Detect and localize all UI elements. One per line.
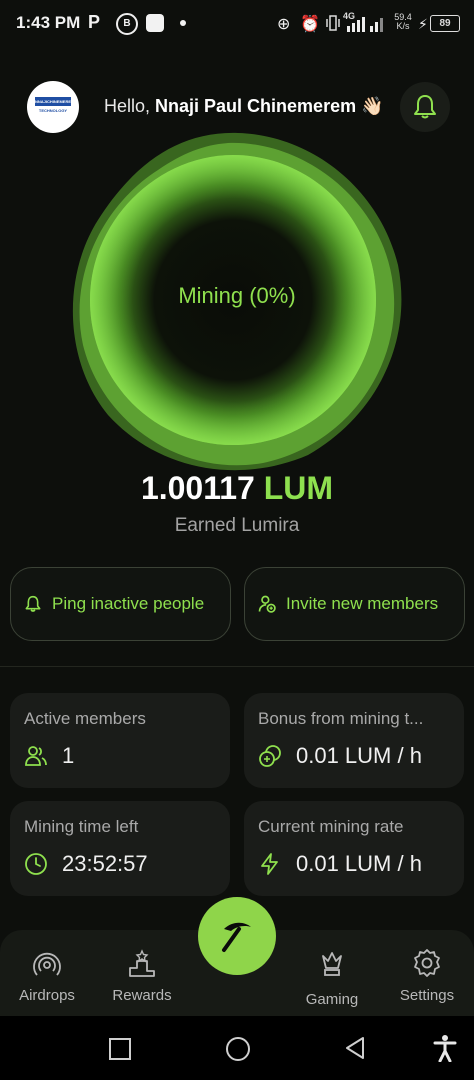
active-members-value: 1 — [62, 743, 75, 768]
bonus-card: Bonus from mining t... 0.01 LUM / h — [244, 693, 464, 788]
app-square-icon — [146, 14, 164, 32]
earned-amount-value: 1.00117 — [140, 470, 255, 506]
avatar-logo: NNAJICHINEMEREM TECHNOLOGY — [35, 97, 71, 115]
accessibility-icon[interactable] — [433, 1034, 457, 1062]
earned-amount: 1.00117 LUM — [0, 470, 474, 507]
nav-settings[interactable]: Settings — [380, 948, 474, 1004]
battery-indicator: 89 — [430, 15, 460, 32]
mining-time-card: Mining time left 23:52:57 — [10, 801, 230, 896]
nav-airdrops[interactable]: Airdrops — [0, 948, 94, 1004]
bonus-title: Bonus from mining t... — [258, 709, 424, 728]
clock-icon — [25, 853, 47, 875]
status-time: 1:43 PM — [16, 13, 81, 32]
bell-icon — [414, 95, 436, 119]
data-saver-icon: ⊕ — [277, 16, 291, 33]
gear-icon — [414, 949, 440, 977]
mine-button[interactable] — [198, 897, 276, 975]
nav-rewards[interactable]: Rewards — [95, 948, 189, 1004]
user-name: Nnaji Paul Chinemerem — [155, 96, 357, 116]
divider — [0, 666, 474, 667]
invite-members-label: Invite new members — [286, 594, 439, 613]
system-nav-bar — [0, 1016, 474, 1080]
vibrate-icon — [326, 15, 340, 31]
avatar-logo-text: NNAJICHINEMEREM — [35, 99, 71, 104]
avatar-logo-subtext: TECHNOLOGY — [35, 106, 71, 115]
earned-label: Earned Lumira — [174, 515, 300, 536]
active-members-title: Active members — [24, 709, 146, 728]
bell-icon — [25, 595, 41, 612]
signal-icon — [347, 17, 383, 32]
wave-emoji: 👋🏻 — [361, 96, 384, 116]
users-icon — [25, 746, 47, 766]
mining-time-value: 23:52:57 — [62, 851, 148, 876]
mining-rate-value: 0.01 LUM / h — [296, 851, 422, 876]
podium-icon — [129, 949, 155, 977]
nav-rewards-label: Rewards — [112, 987, 172, 1004]
network-speed: 59.4 K/s — [391, 13, 415, 31]
invite-members-button[interactable]: Invite new members — [244, 567, 465, 641]
greeting-prefix: Hello, — [104, 96, 156, 116]
ping-inactive-label: Ping inactive people — [52, 594, 205, 613]
back-button[interactable] — [344, 1036, 366, 1060]
charging-icon: ⚡ — [418, 16, 428, 32]
mining-rate-card: Current mining rate 0.01 LUM / h — [244, 801, 464, 896]
notification-dot-icon — [180, 20, 186, 26]
bonus-value: 0.01 LUM / h — [296, 743, 422, 768]
add-user-icon — [258, 595, 276, 613]
pickaxe-icon — [222, 922, 251, 952]
alarm-icon: ⏰ — [300, 16, 320, 33]
recent-apps-button[interactable] — [109, 1038, 131, 1060]
coins-icon — [259, 745, 281, 767]
b-app-icon: B — [116, 13, 138, 35]
ping-inactive-button[interactable]: Ping inactive people — [10, 567, 231, 641]
nav-settings-label: Settings — [399, 987, 455, 1004]
status-bar: 1:43 PM P B ⊕ ⏰ 4G 59.4 K/s ⚡ 89 — [0, 0, 474, 48]
network-speed-unit: K/s — [396, 21, 410, 31]
nav-gaming[interactable]: Gaming — [285, 948, 379, 1008]
p-app-icon: P — [88, 12, 101, 32]
nav-gaming-label: Gaming — [305, 991, 359, 1008]
mining-time-title: Mining time left — [24, 817, 139, 836]
earned-amount-unit: LUM — [263, 470, 334, 506]
home-button[interactable] — [226, 1037, 250, 1061]
active-members-card: Active members 1 — [10, 693, 230, 788]
broadcast-icon — [33, 952, 61, 976]
mining-rate-title: Current mining rate — [258, 817, 404, 836]
lightning-icon — [261, 853, 278, 875]
greeting: Hello, Nnaji Paul Chinemerem 👋🏻 — [104, 96, 384, 117]
chess-queen-icon — [322, 952, 342, 976]
nav-airdrops-label: Airdrops — [19, 987, 75, 1004]
mining-status: Mining (0%) — [178, 283, 296, 308]
